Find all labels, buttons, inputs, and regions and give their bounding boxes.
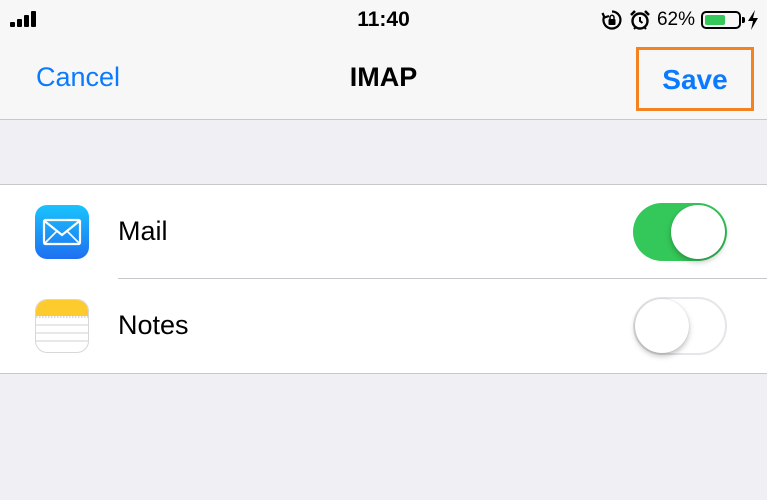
mail-label: Mail [118, 216, 168, 246]
charging-bolt-icon [748, 10, 758, 30]
list-item-mail[interactable]: Mail [0, 185, 767, 279]
mail-toggle[interactable] [633, 203, 727, 261]
list-item-notes[interactable]: Notes [0, 279, 767, 373]
save-button[interactable]: Save [639, 64, 751, 96]
navigation-bar: Cancel IMAP Save [0, 40, 767, 120]
toggle-knob [635, 299, 689, 353]
notes-toggle[interactable] [633, 297, 727, 355]
sync-list: Mail Notes [0, 184, 767, 374]
status-bar: 11:40 62% [0, 0, 767, 40]
status-right-group: 62% [601, 7, 759, 33]
battery-percent: 62% [656, 9, 695, 30]
toggle-knob [671, 205, 725, 259]
mail-icon [35, 205, 89, 259]
battery-level [705, 15, 725, 25]
alarm-icon [630, 10, 650, 30]
notes-label: Notes [118, 310, 189, 340]
save-button-highlight: Save [636, 47, 754, 111]
notes-icon [35, 299, 89, 353]
battery-icon [701, 11, 745, 29]
rotation-lock-icon [601, 10, 622, 30]
